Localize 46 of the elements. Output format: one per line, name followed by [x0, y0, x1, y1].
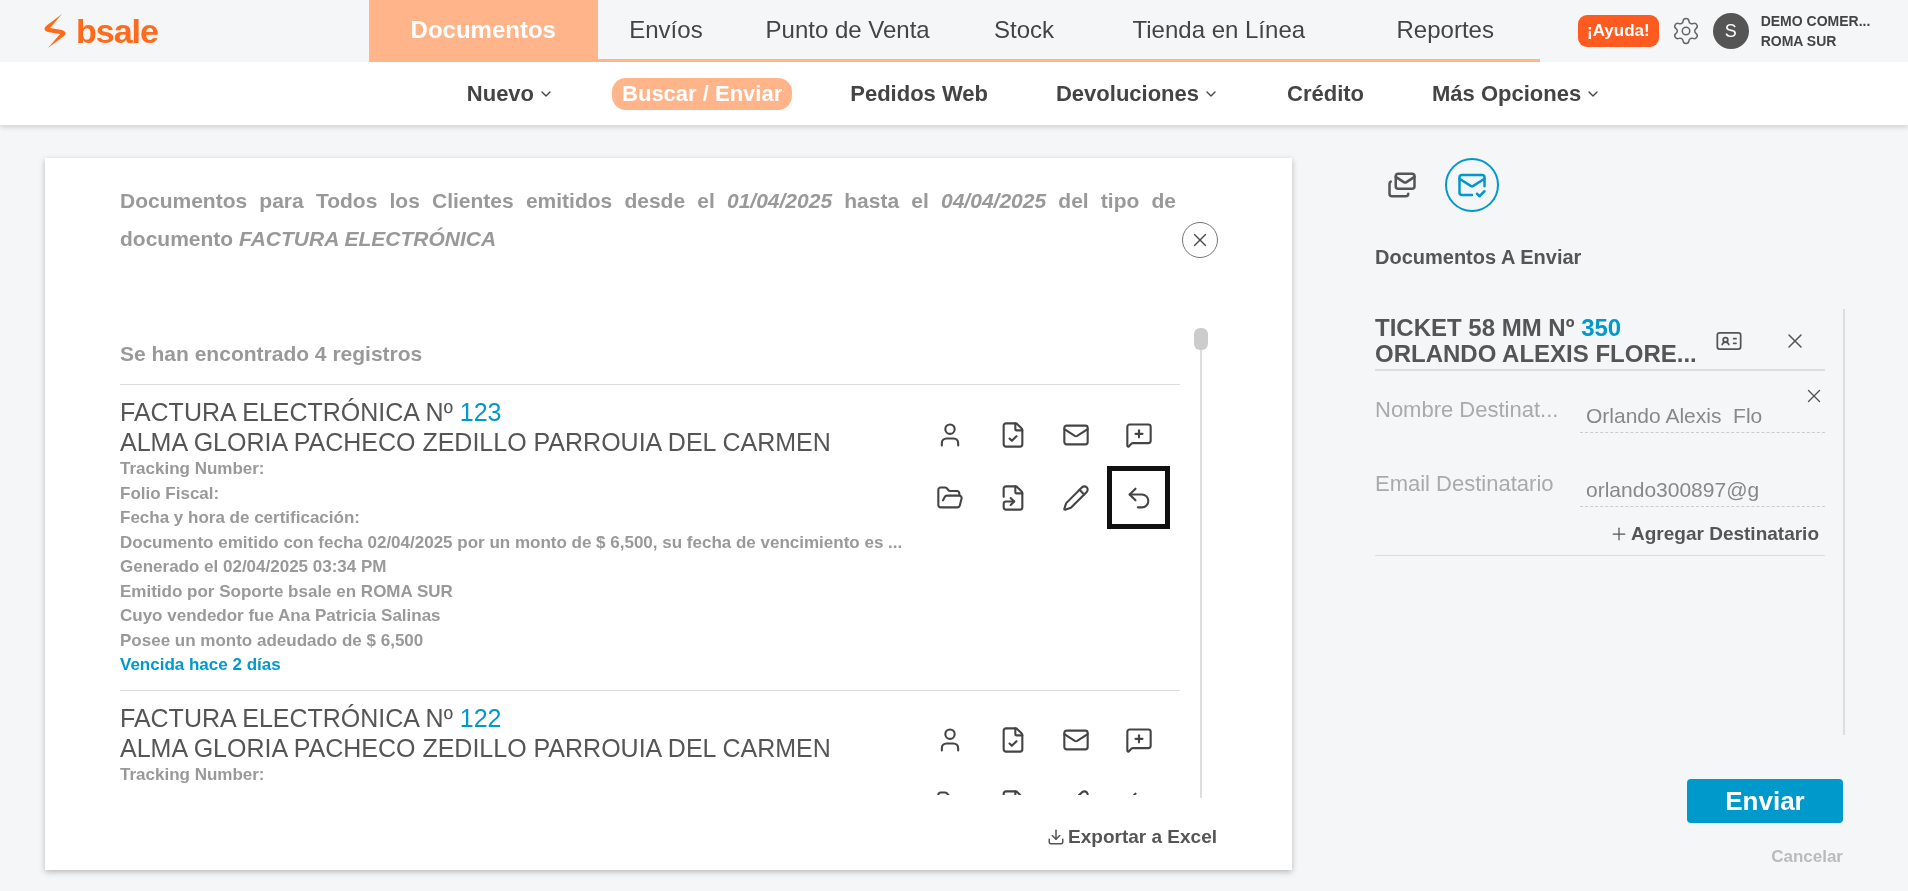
- search-summary: Documentos para Todos los Clientes emitidos desde el 01/04/2025 hasta el 04/04/2025 del tipo de documento FACTURA ELECTRÓNICA: [120, 188, 1176, 252]
- client-name: ALMA GLORIA PACHECO ZEDILLO PARROUIA DEL CARMEN: [120, 732, 831, 763]
- brand-name: bsale: [76, 11, 158, 51]
- panel-tab[interactable]: [1445, 158, 1499, 212]
- user-avatar[interactable]: S: [1712, 13, 1749, 49]
- comment-plus-icon: [1124, 726, 1153, 754]
- document-detail: Documento emitido con fecha 02/04/2025 por un monto de $ 6,500, su fecha de vencimiento es ...: [120, 531, 903, 554]
- document-title: TICKET 58 MM Nº 350: [1375, 315, 1623, 341]
- due-status: Vencida hace 2 días: [120, 654, 282, 676]
- subnav-item[interactable]: Pedidos Web: [840, 77, 998, 110]
- document-detail: Emitido por Soporte bsale en ROMA SUR: [120, 580, 454, 603]
- document-detail: Fecha y hora de certificación:: [120, 507, 361, 529]
- nav-tab[interactable]: Envíos: [597, 0, 735, 59]
- document-detail: Folio Fiscal:: [120, 482, 221, 505]
- subnav-item[interactable]: Nuevo: [456, 77, 565, 110]
- document-detail: Cuyo vendedor fue Ana Patricia Salinas: [120, 605, 442, 627]
- document-detail: Generado el 02/04/2025 03:34 PM: [120, 556, 388, 578]
- results-count: Se han encontrado 4 registros: [120, 342, 1180, 385]
- subnav-item[interactable]: Crédito: [1277, 77, 1375, 110]
- document-detail: Tracking Number:: [120, 763, 266, 786]
- export-link[interactable]: Exportar a Excel: [1047, 826, 1217, 848]
- scrollbar-thumb[interactable]: [1194, 328, 1208, 350]
- panel-title: Documentos A Enviar: [1375, 246, 1583, 269]
- pencil-icon: [1061, 483, 1090, 512]
- action-button[interactable]: [1107, 466, 1170, 529]
- client-name: ALMA GLORIA PACHECO ZEDILLO PARROUIA DEL CARMEN: [120, 427, 832, 457]
- mails-icon: [1387, 170, 1417, 200]
- subnav-item[interactable]: Más Opciones: [1422, 77, 1612, 110]
- company-name: DEMO COMER...: [1760, 12, 1871, 31]
- document-title: FACTURA ELECTRÓNICA Nº 123: [120, 397, 503, 427]
- nav-tab[interactable]: Tienda en Línea: [1087, 0, 1351, 59]
- download-icon: [1047, 828, 1066, 846]
- field-label: Email Destinatario: [1375, 471, 1554, 498]
- nav-tab[interactable]: Reportes: [1350, 0, 1540, 59]
- comment-plus-icon: [1124, 420, 1153, 449]
- document-detail: Tracking Number:: [120, 458, 266, 480]
- nav-tab[interactable]: Punto de Venta: [734, 0, 961, 59]
- client-name: ORLANDO ALEXIS FLORE...: [1375, 341, 1697, 367]
- field-label: Nombre Destinat...: [1375, 397, 1559, 424]
- document-detail: Posee un monto adeudado de $ 6,500: [120, 629, 425, 652]
- branch-name: ROMA SUR: [1760, 32, 1838, 51]
- clear-filter-button[interactable]: [1182, 222, 1218, 258]
- document-title: FACTURA ELECTRÓNICA Nº 122: [120, 702, 503, 733]
- subnav-item[interactable]: Devoluciones: [1046, 77, 1230, 110]
- nav-tab[interactable]: Stock: [960, 0, 1088, 59]
- add-recipient-link[interactable]: Agregar Destinatario: [1375, 519, 1825, 556]
